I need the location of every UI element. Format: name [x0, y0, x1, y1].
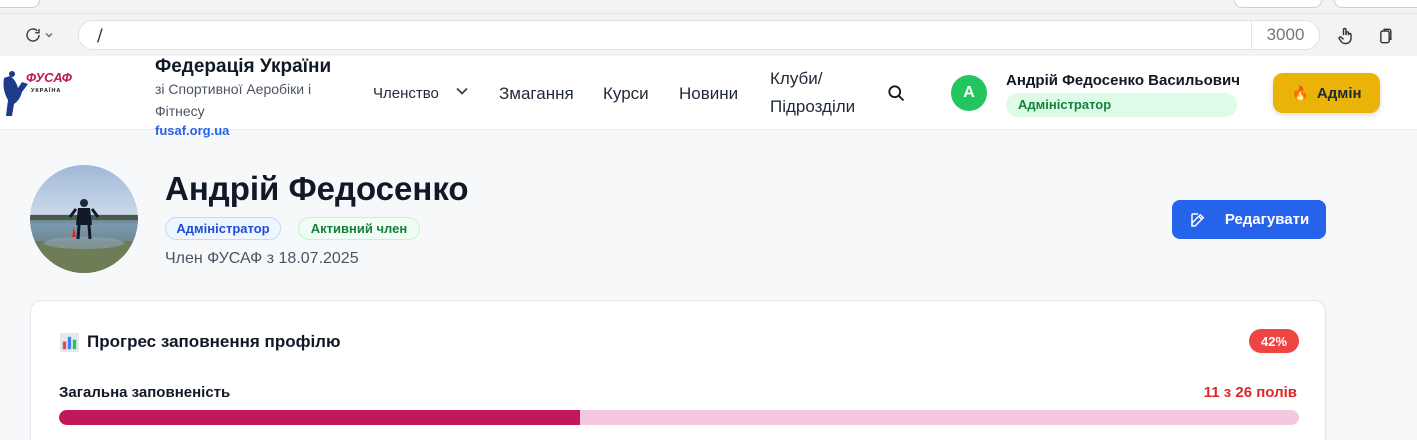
progress-bar-track [59, 410, 1299, 425]
bar-chart-icon [60, 332, 79, 352]
browser-toolbar: / 3000 [0, 14, 1417, 56]
search-icon[interactable] [886, 83, 906, 103]
percent-badge: 42% [1249, 329, 1299, 353]
member-since: Член ФУСАФ з 18.07.2025 [165, 250, 359, 267]
user-name: Андрій Федосенко Васильович [1006, 72, 1240, 89]
site-header: ФУСАФ УКРАЇНА Федерація України зі Спорт… [0, 56, 1417, 138]
edit-profile-button[interactable]: Редагувати [1172, 200, 1326, 239]
port-label: 3000 [1251, 21, 1319, 49]
role-badge: Адміністратор [165, 217, 281, 240]
nav-courses[interactable]: Курси [603, 84, 649, 104]
profile-photo [30, 165, 138, 273]
reload-icon [26, 28, 40, 42]
nav-clubs-line2[interactable]: Підрозділи [770, 97, 855, 117]
nav-membership[interactable]: Членство [373, 85, 439, 102]
profile-name: Андрій Федосенко [165, 170, 469, 207]
card-title-row: Прогрес заповнення профілю [60, 332, 341, 352]
overall-label: Загальна заповненість [59, 384, 231, 401]
browser-tabstrip [0, 0, 1417, 14]
nav-competitions[interactable]: Змагання [499, 84, 574, 104]
admin-button-label: Адмін [1316, 84, 1362, 102]
browser-tab-stub[interactable] [1334, 0, 1417, 8]
admin-button[interactable]: 🔥 Адмін [1273, 73, 1380, 113]
browser-tab-stub[interactable] [1234, 0, 1322, 8]
progress-bar-fill [59, 410, 580, 425]
logo-subtext: УКРАЇНА [31, 87, 61, 94]
status-badge: Активний член [298, 217, 420, 240]
brand-site-link[interactable]: fusaf.org.ua [155, 123, 229, 138]
edit-button-label: Редагувати [1224, 211, 1310, 228]
user-avatar[interactable]: A [951, 75, 987, 111]
card-title: Прогрес заповнення профілю [87, 332, 341, 351]
address-bar[interactable]: / 3000 [78, 20, 1320, 50]
flame-icon: 🔥 [1291, 84, 1309, 101]
hand-pointer-icon[interactable] [1336, 26, 1356, 46]
fusaf-logo[interactable]: ФУСАФ УКРАЇНА [0, 70, 80, 120]
edit-icon [1191, 212, 1205, 227]
nav-news[interactable]: Новини [679, 84, 738, 104]
url-path: / [97, 26, 103, 46]
fields-count: 11 з 26 полів [1203, 384, 1297, 401]
brand-title: Федерація України [155, 56, 332, 77]
logo-text: ФУСАФ [26, 70, 73, 85]
nav-clubs-line1[interactable]: Клуби/ [770, 69, 822, 89]
profile-progress-card: Прогрес заповнення профілю 42% Загальна … [30, 300, 1326, 440]
reload-button[interactable] [24, 24, 60, 46]
user-role-badge: Адміністратор [1006, 93, 1237, 117]
copy-icon[interactable] [1375, 26, 1395, 46]
chevron-down-icon[interactable] [455, 86, 469, 96]
chevron-down-icon [45, 33, 53, 38]
browser-tab-stub[interactable] [0, 0, 40, 8]
brand-subtitle: зі Спортивної Аеробіки і Фітнесу [155, 81, 312, 119]
